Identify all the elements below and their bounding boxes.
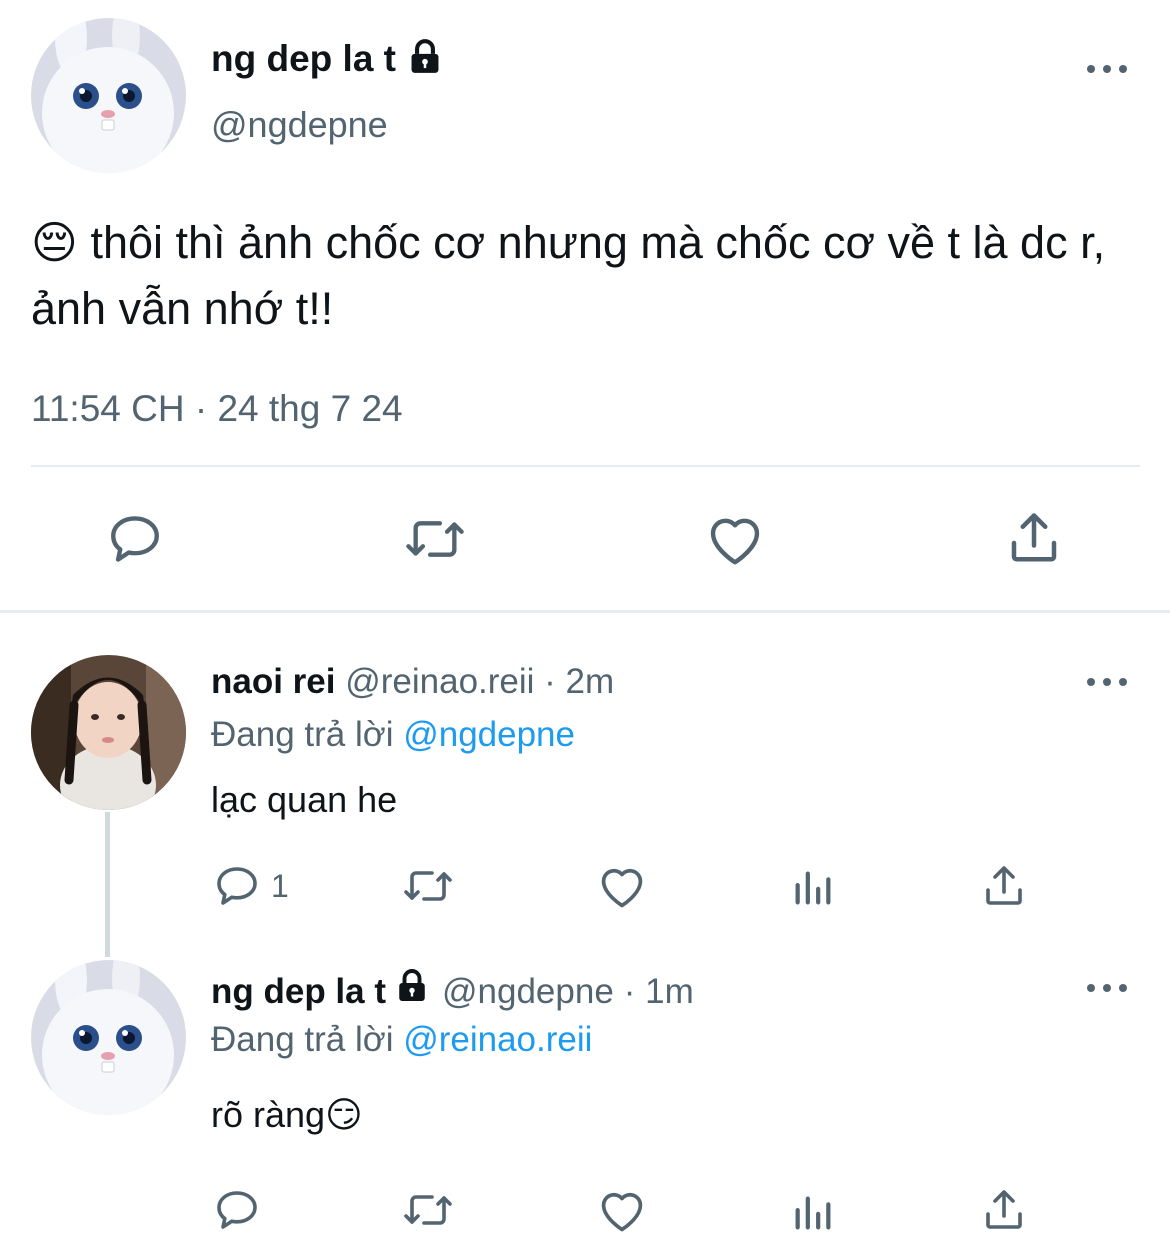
reply-button[interactable]: 1	[213, 862, 289, 910]
lock-icon	[406, 38, 444, 81]
replying-to-line: Đang trả lời @reinao.reii	[211, 1018, 592, 1062]
share-icon[interactable]	[980, 862, 1028, 910]
avatar-reinao[interactable]	[31, 655, 186, 810]
handle[interactable]: @ngdepne	[211, 104, 388, 146]
more-options-icon[interactable]	[1087, 674, 1127, 690]
reply-text-content: rõ ràng	[211, 1094, 326, 1135]
reply-text: rõ ràng😏	[211, 1093, 363, 1137]
retweet-icon[interactable]	[400, 1186, 456, 1234]
reply-display-name[interactable]: naoi rei	[211, 662, 335, 701]
replying-to-line: Đang trả lời @ngdepne	[211, 713, 575, 757]
like-icon[interactable]	[596, 862, 648, 910]
author-line: ng dep la t	[211, 37, 444, 81]
reply-icon[interactable]	[106, 510, 164, 568]
lock-icon	[394, 968, 430, 1015]
section-divider	[0, 610, 1170, 613]
views-icon[interactable]	[790, 864, 836, 910]
pensive-emoji: 😔	[31, 217, 78, 268]
reply-handle[interactable]: @ngdepne	[442, 970, 614, 1014]
reply-button[interactable]	[213, 1186, 261, 1234]
reply-time[interactable]: · 2m	[544, 662, 614, 701]
more-options-icon[interactable]	[1087, 980, 1127, 996]
share-icon[interactable]	[980, 1186, 1028, 1234]
tweet-text: 😔 thôi thì ảnh chốc cơ nhưng mà chốc cơ …	[31, 210, 1141, 342]
display-name[interactable]: ng dep la t	[211, 38, 396, 80]
smirk-emoji: 😏	[325, 1094, 363, 1135]
replying-to-label: Đang trả lời	[211, 1020, 394, 1059]
retweet-icon[interactable]	[402, 510, 468, 568]
reply-display-name[interactable]: ng dep la t	[211, 970, 386, 1014]
replying-to-handle[interactable]: @reinao.reii	[403, 1020, 592, 1059]
tweet-text-content: thôi thì ảnh chốc cơ nhưng mà chốc cơ về…	[31, 217, 1106, 334]
avatar-ngdepne[interactable]	[31, 960, 186, 1115]
more-options-icon[interactable]	[1087, 61, 1127, 77]
reply-header: ng dep la t @ngdepne · 1m	[211, 968, 694, 1015]
reply-text: lạc quan he	[211, 779, 398, 820]
reply-count: 1	[271, 867, 289, 904]
reply-icon	[213, 862, 261, 910]
reply-icon	[213, 1186, 261, 1234]
reply-handle[interactable]: @reinao.reii	[345, 662, 534, 701]
reply-time[interactable]: · 1m	[624, 970, 694, 1014]
views-icon[interactable]	[790, 1189, 836, 1235]
thread-line	[105, 812, 110, 957]
like-icon[interactable]	[596, 1186, 648, 1234]
replying-to-handle[interactable]: @ngdepne	[403, 715, 575, 754]
replying-to-label: Đang trả lời	[211, 715, 394, 754]
share-icon[interactable]	[1004, 508, 1064, 568]
retweet-icon[interactable]	[400, 862, 456, 910]
divider	[31, 465, 1140, 467]
reply-header: naoi rei @reinao.reii · 2m	[211, 660, 614, 704]
like-icon[interactable]	[704, 510, 766, 568]
avatar-ngdepne[interactable]	[31, 18, 186, 173]
timestamp[interactable]: 11:54 CH · 24 thg 7 24	[31, 388, 403, 430]
